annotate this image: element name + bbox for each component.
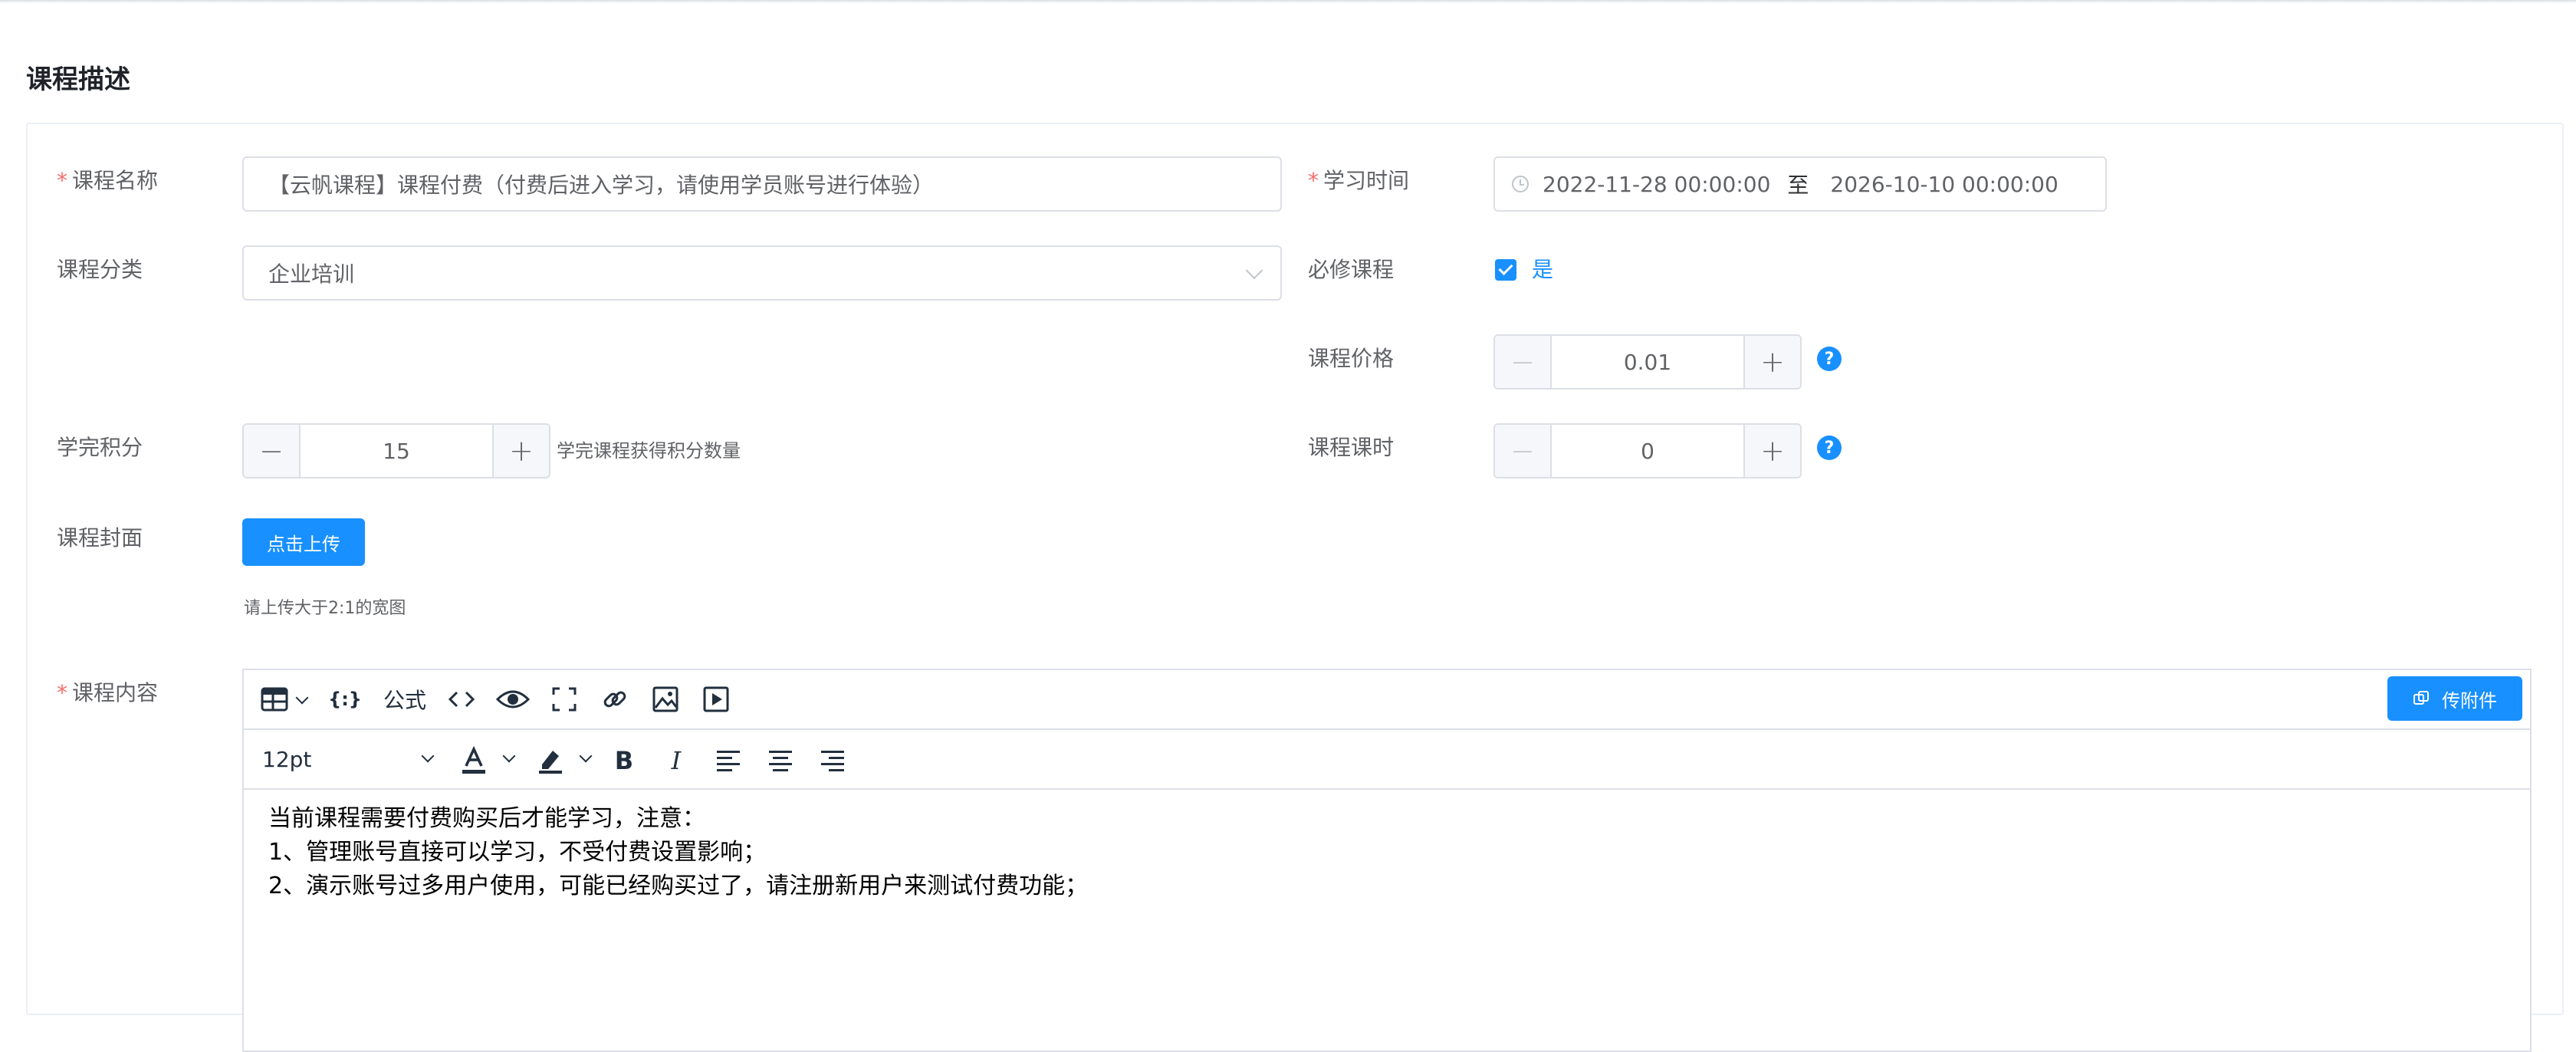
upload-attachment-button[interactable]: 传附件 [2387,676,2522,721]
highlight-chevron-down-icon[interactable] [579,749,593,763]
highlight-color-icon[interactable] [534,744,567,777]
attachment-button-label: 传附件 [2442,689,2497,712]
completion-points-label: 学完积分 [57,435,143,460]
editor-toolbar-row-1: {:} 公式 传附件 [244,670,2530,730]
upload-cover-button[interactable]: 点击上传 [242,518,365,566]
course-category-select[interactable]: 企业培训 [242,245,1282,301]
section-title: 课程描述 [26,64,130,95]
points-hint: 学完课程获得积分数量 [557,440,741,462]
required-mark: * [57,168,67,193]
editor-toolbar-row-2: 12pt B I [244,730,2530,790]
points-value[interactable]: 15 [301,425,492,477]
hours-increase-button[interactable]: + [1743,425,1800,477]
formula-button[interactable]: 公式 [380,684,429,715]
required-course-checkbox[interactable] [1495,259,1516,281]
study-time-label-text: 学习时间 [1323,168,1410,193]
course-name-value: 【云帆课程】课程付费（付费后进入学习，请使用学员账号进行体验） [268,173,935,198]
editor-line: 2、演示账号过多用户使用，可能已经购买过了，请注册新用户来测试付费功能； [268,873,1089,899]
chevron-down-icon [1245,261,1263,280]
fullscreen-icon[interactable] [549,684,580,715]
price-value[interactable]: 0.01 [1552,336,1743,388]
top-shadow [0,0,2576,3]
study-time-range-picker[interactable]: 2022-11-28 00:00:00 至 2026-10-10 00:00:0… [1493,156,2107,212]
course-hours-stepper[interactable]: − 0 + [1493,423,1802,478]
course-content-label: * 课程内容 [57,678,158,708]
course-name-label: * 课程名称 [57,166,158,196]
course-hours-label: 课程课时 [1308,435,1395,460]
price-decrease-button[interactable]: − [1495,336,1552,388]
required-mark: * [1308,168,1319,193]
hours-value[interactable]: 0 [1552,425,1743,477]
preview-eye-icon[interactable] [494,684,532,715]
points-decrease-button[interactable]: − [244,425,301,477]
cover-label: 课程封面 [57,525,143,551]
course-content-label-text: 课程内容 [72,680,159,705]
course-price-label: 课程价格 [1308,346,1395,371]
hours-decrease-button[interactable]: − [1495,425,1552,477]
price-increase-button[interactable]: + [1743,336,1800,388]
text-color-chevron-down-icon[interactable] [502,749,516,763]
bold-icon[interactable]: B [609,744,639,777]
table-icon[interactable] [259,684,290,715]
hours-help-icon[interactable]: ? [1817,436,1842,460]
completion-points-stepper[interactable]: − 15 + [242,423,550,478]
image-icon[interactable] [650,684,681,715]
font-size-chevron-down-icon[interactable] [421,749,435,763]
course-category-label: 课程分类 [57,257,143,282]
required-course-option[interactable]: 是 [1532,255,1553,285]
italic-icon[interactable]: I [661,744,692,777]
cover-hint: 请上传大于2:1的宽图 [244,599,406,618]
study-time-label: * 学习时间 [1308,166,1409,196]
table-dropdown-chevron-icon[interactable] [295,691,309,705]
align-center-icon[interactable] [765,744,796,777]
course-price-stepper[interactable]: − 0.01 + [1493,334,1802,390]
study-time-start[interactable]: 2022-11-28 00:00:00 [1543,172,1770,197]
course-name-label-text: 课程名称 [72,168,159,193]
text-color-icon[interactable] [457,744,491,777]
rich-text-editor: {:} 公式 传附件 12pt B I 当前课程需要付费购买后才能学习，注意： … [242,669,2532,1052]
study-time-end[interactable]: 2026-10-10 00:00:00 [1830,172,2058,197]
font-size-select[interactable]: 12pt [262,744,416,774]
code-sample-icon[interactable]: {:} [328,684,362,715]
editor-line: 1、管理账号直接可以学习，不受付费设置影响； [268,839,767,866]
required-mark: * [57,680,67,705]
price-help-icon[interactable]: ? [1817,347,1842,371]
points-increase-button[interactable]: + [492,425,549,477]
link-icon[interactable] [600,684,630,715]
range-separator: 至 [1787,173,1809,198]
course-category-value: 企业培训 [268,261,355,287]
editor-content-area[interactable]: 当前课程需要付费购买后才能学习，注意： 1、管理账号直接可以学习，不受付费设置影… [268,802,1088,903]
editor-line: 当前课程需要付费购买后才能学习，注意： [268,805,705,832]
source-code-icon[interactable] [445,684,478,715]
course-name-input[interactable]: 【云帆课程】课程付费（付费后进入学习，请使用学员账号进行体验） [242,156,1282,212]
align-left-icon[interactable] [713,744,744,777]
required-course-label: 必修课程 [1308,257,1395,282]
clock-icon [1512,176,1529,192]
media-icon[interactable] [701,684,731,715]
align-right-icon[interactable] [817,744,848,777]
attachment-icon [2413,691,2429,705]
